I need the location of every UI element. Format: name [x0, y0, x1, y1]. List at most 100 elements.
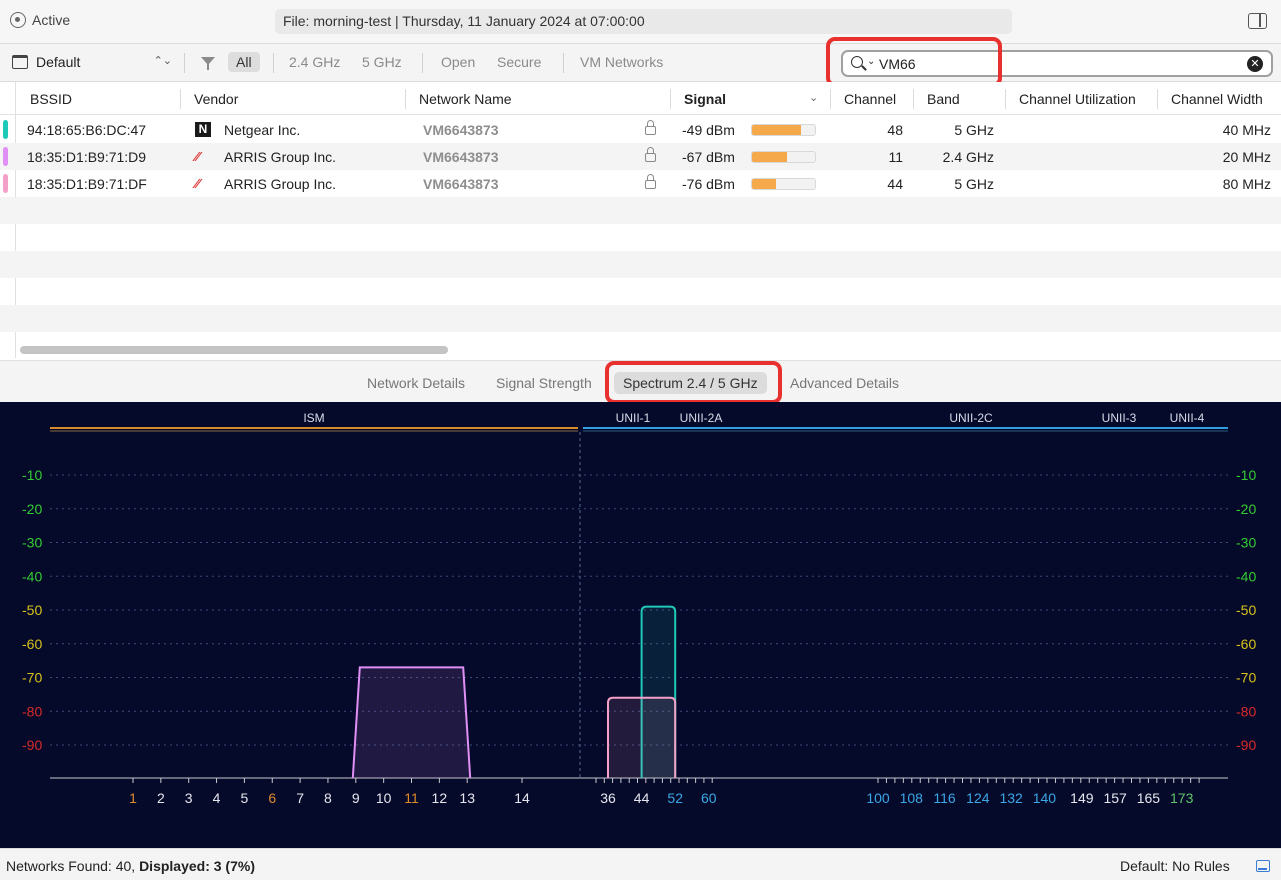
y-tick-label-left: -60 [22, 636, 42, 652]
divider [422, 53, 423, 73]
y-tick-label-right: -90 [1236, 737, 1256, 753]
search-field[interactable]: ⌄ ✕ [841, 50, 1273, 77]
detail-tabs: Network Details Signal Strength Spectrum… [0, 360, 1281, 402]
y-tick-label-right: -80 [1236, 703, 1256, 719]
netgear-logo-icon: N [195, 122, 211, 137]
tab-network-details[interactable]: Network Details [367, 375, 465, 391]
channel-label-24: 14 [514, 790, 530, 806]
filter-24ghz-button[interactable]: 2.4 GHz [289, 54, 340, 70]
y-tick-label-left: -90 [22, 737, 42, 753]
cell-signal: -76 dBm [682, 176, 735, 192]
sidebar-toggle-icon[interactable] [1248, 13, 1267, 29]
table-row[interactable]: 94:18:65:B6:DC:47 N Netgear Inc. VM66438… [0, 116, 1281, 143]
cell-vendor: Netgear Inc. [224, 122, 301, 138]
networks-count: Networks Found: 40, Displayed: 3 (7%) [6, 858, 255, 874]
column-band[interactable]: Band [927, 91, 960, 107]
profile-selector[interactable]: Default ⌃⌄ [12, 54, 172, 70]
column-divider[interactable] [670, 89, 671, 109]
band-label: UNII-4 [1170, 411, 1205, 425]
file-title: File: morning-test | Thursday, 11 Januar… [275, 9, 1012, 34]
network-area [608, 697, 676, 778]
networks-found-label: Networks Found: 40, [6, 858, 136, 874]
column-divider[interactable] [180, 89, 181, 109]
channel-label-24: 2 [157, 790, 165, 806]
cell-channel: 11 [888, 149, 903, 165]
row-color-marker [3, 120, 8, 139]
column-divider[interactable] [1005, 89, 1006, 109]
column-channel-width[interactable]: Channel Width [1171, 91, 1263, 107]
cell-bssid: 18:35:D1:B9:71:DF [27, 176, 147, 192]
table-row[interactable]: 18:35:D1:B9:71:D9 ⁄⁄ ARRIS Group Inc. VM… [0, 143, 1281, 170]
arris-logo-icon: ⁄⁄ [195, 149, 200, 164]
column-divider[interactable] [913, 89, 914, 109]
channel-label-5: 124 [966, 790, 990, 806]
tab-spectrum[interactable]: Spectrum 2.4 / 5 GHz [614, 372, 767, 394]
cell-channel-width: 20 MHz [1222, 149, 1271, 165]
tab-advanced-details[interactable]: Advanced Details [790, 375, 899, 391]
console-icon[interactable] [1256, 860, 1270, 872]
tab-signal-strength[interactable]: Signal Strength [496, 375, 592, 391]
lock-icon [645, 147, 656, 162]
channel-label-5: 52 [667, 790, 683, 806]
channel-label-24: 11 [404, 790, 419, 806]
filter-secure-button[interactable]: Secure [497, 54, 541, 70]
band-label: ISM [303, 411, 324, 425]
column-divider[interactable] [405, 89, 406, 109]
channel-label-5: 140 [1033, 790, 1057, 806]
y-tick-label-left: -80 [22, 703, 42, 719]
channel-label-24: 6 [268, 790, 276, 806]
channel-label-24: 12 [432, 790, 448, 806]
cell-network-name: VM6643873 [423, 176, 499, 192]
cell-signal: -49 dBm [682, 122, 735, 138]
rules-status[interactable]: Default: No Rules [1120, 858, 1230, 874]
channel-label-5: 173 [1170, 790, 1194, 806]
search-icon[interactable] [851, 56, 863, 68]
chevron-down-icon[interactable]: ⌄ [867, 56, 875, 67]
channel-label-5: 116 [933, 790, 956, 806]
spectrum-chart: ISM UNII-1 UNII-2A UNII-2C UNII-3 UNII-4 -10 -1… [0, 402, 1281, 848]
horizontal-scrollbar[interactable] [20, 346, 448, 354]
table-row[interactable]: 18:35:D1:B9:71:DF ⁄⁄ ARRIS Group Inc. VM… [0, 170, 1281, 197]
y-tick-label-left: -70 [22, 670, 42, 686]
cell-channel-width: 40 MHz [1222, 122, 1271, 138]
filter-vm-networks-button[interactable]: VM Networks [580, 54, 663, 70]
cell-band: 5 GHz [954, 176, 994, 192]
cell-vendor: ARRIS Group Inc. [224, 149, 337, 165]
scan-status[interactable]: Active [10, 12, 70, 28]
column-channel[interactable]: Channel [844, 91, 896, 107]
empty-row [0, 305, 1281, 332]
column-divider[interactable] [1157, 89, 1158, 109]
search-input[interactable] [879, 54, 1239, 74]
clear-search-icon[interactable]: ✕ [1247, 56, 1263, 72]
column-signal[interactable]: Signal [684, 91, 726, 107]
cell-bssid: 94:18:65:B6:DC:47 [27, 122, 147, 138]
signal-bar-fill [752, 179, 776, 189]
channel-label-5: 132 [999, 790, 1023, 806]
column-channel-utilization[interactable]: Channel Utilization [1019, 91, 1136, 107]
channel-label-5: 108 [900, 790, 924, 806]
filter-open-button[interactable]: Open [441, 54, 475, 70]
filter-all-button[interactable]: All [228, 52, 260, 72]
sort-descending-icon[interactable]: ⌄ [809, 91, 818, 104]
spectrum-chart-svg: ISM UNII-1 UNII-2A UNII-2C UNII-3 UNII-4 -10 -1… [22, 411, 1256, 806]
signal-bar [751, 151, 816, 163]
filter-icon[interactable] [201, 57, 215, 70]
empty-row [0, 197, 1281, 224]
channel-label-5: 36 [600, 790, 616, 806]
channel-label-24: 10 [376, 790, 392, 806]
column-divider[interactable] [830, 89, 831, 109]
cell-bssid: 18:35:D1:B9:71:D9 [27, 149, 147, 165]
column-bssid[interactable]: BSSID [30, 91, 72, 107]
profile-label: Default [36, 54, 81, 70]
scan-status-label: Active [32, 12, 71, 28]
channel-label-5: 157 [1103, 790, 1127, 806]
cell-vendor: ARRIS Group Inc. [224, 176, 337, 192]
y-tick-label-left: -40 [22, 568, 42, 584]
network-table: BSSID Vendor Network Name Signal ⌄ Chann… [0, 82, 1281, 360]
filter-5ghz-button[interactable]: 5 GHz [362, 54, 402, 70]
y-tick-label-right: -60 [1236, 636, 1256, 652]
y-tick-label-left: -20 [22, 501, 42, 517]
column-vendor[interactable]: Vendor [194, 91, 238, 107]
column-network-name[interactable]: Network Name [419, 91, 512, 107]
divider [184, 53, 185, 73]
